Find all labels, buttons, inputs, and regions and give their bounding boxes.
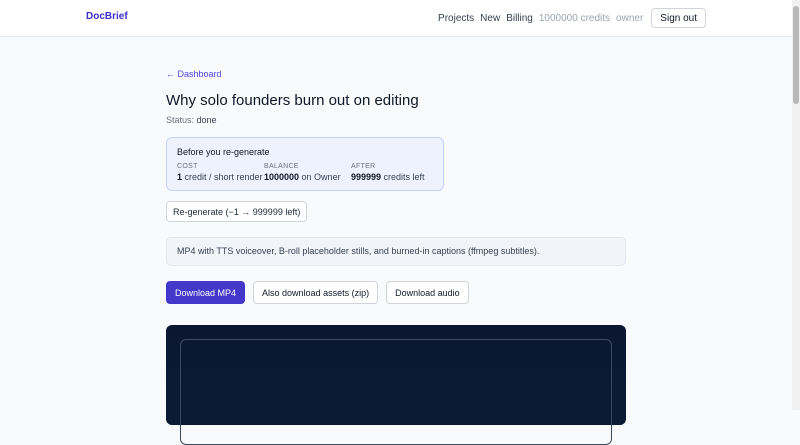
- download-audio-button[interactable]: Download audio: [386, 281, 469, 304]
- top-bar: DocBrief Projects New Billing 1000000 cr…: [0, 0, 792, 37]
- download-assets-button[interactable]: Also download assets (zip): [253, 281, 379, 304]
- download-actions: Download MP4 Also download assets (zip) …: [166, 281, 469, 304]
- sign-out-button[interactable]: Sign out: [651, 8, 706, 28]
- nav-billing[interactable]: Billing: [506, 13, 533, 24]
- after-header: AFTER: [351, 163, 376, 170]
- page-title: Why solo founders burn out on editing: [166, 92, 419, 109]
- nav-new[interactable]: New: [480, 13, 500, 24]
- after-column: AFTER 999999 credits left: [351, 163, 425, 182]
- card-title: Before you re-generate: [177, 147, 270, 157]
- credits-balance: 1000000 credits: [538, 12, 611, 24]
- top-nav: Projects New Billing 1000000 credits own…: [438, 8, 706, 28]
- status-value: done: [196, 115, 217, 125]
- page-scrollbar[interactable]: [792, 0, 800, 410]
- download-mp4-button[interactable]: Download MP4: [166, 281, 246, 304]
- balance-value: 1000000 on Owner: [264, 172, 341, 182]
- user-role: owner: [616, 12, 644, 24]
- video-player[interactable]: [166, 325, 626, 445]
- balance-header: BALANCE: [264, 163, 299, 170]
- status-line: Status: done: [166, 115, 217, 125]
- brand-logo[interactable]: DocBrief: [86, 11, 128, 22]
- after-value: 999999 credits left: [351, 172, 425, 182]
- cost-value: 1 credit / short render: [177, 172, 263, 182]
- video-frame: [180, 339, 612, 445]
- render-info-banner: MP4 with TTS voiceover, B-roll placehold…: [166, 237, 626, 266]
- regenerate-cost-card: Before you re-generate COST 1 credit / s…: [166, 137, 444, 191]
- cost-column: COST 1 credit / short render: [177, 163, 263, 182]
- status-label: Status:: [166, 115, 195, 125]
- nav-projects[interactable]: Projects: [438, 13, 474, 24]
- scrollbar-thumb[interactable]: [793, 6, 799, 104]
- cost-header: COST: [177, 163, 198, 170]
- balance-column: BALANCE 1000000 on Owner: [264, 163, 341, 182]
- regenerate-button[interactable]: Re-generate (−1 → 999999 left): [166, 201, 308, 222]
- back-to-dashboard-link[interactable]: ← Dashboard: [166, 69, 222, 79]
